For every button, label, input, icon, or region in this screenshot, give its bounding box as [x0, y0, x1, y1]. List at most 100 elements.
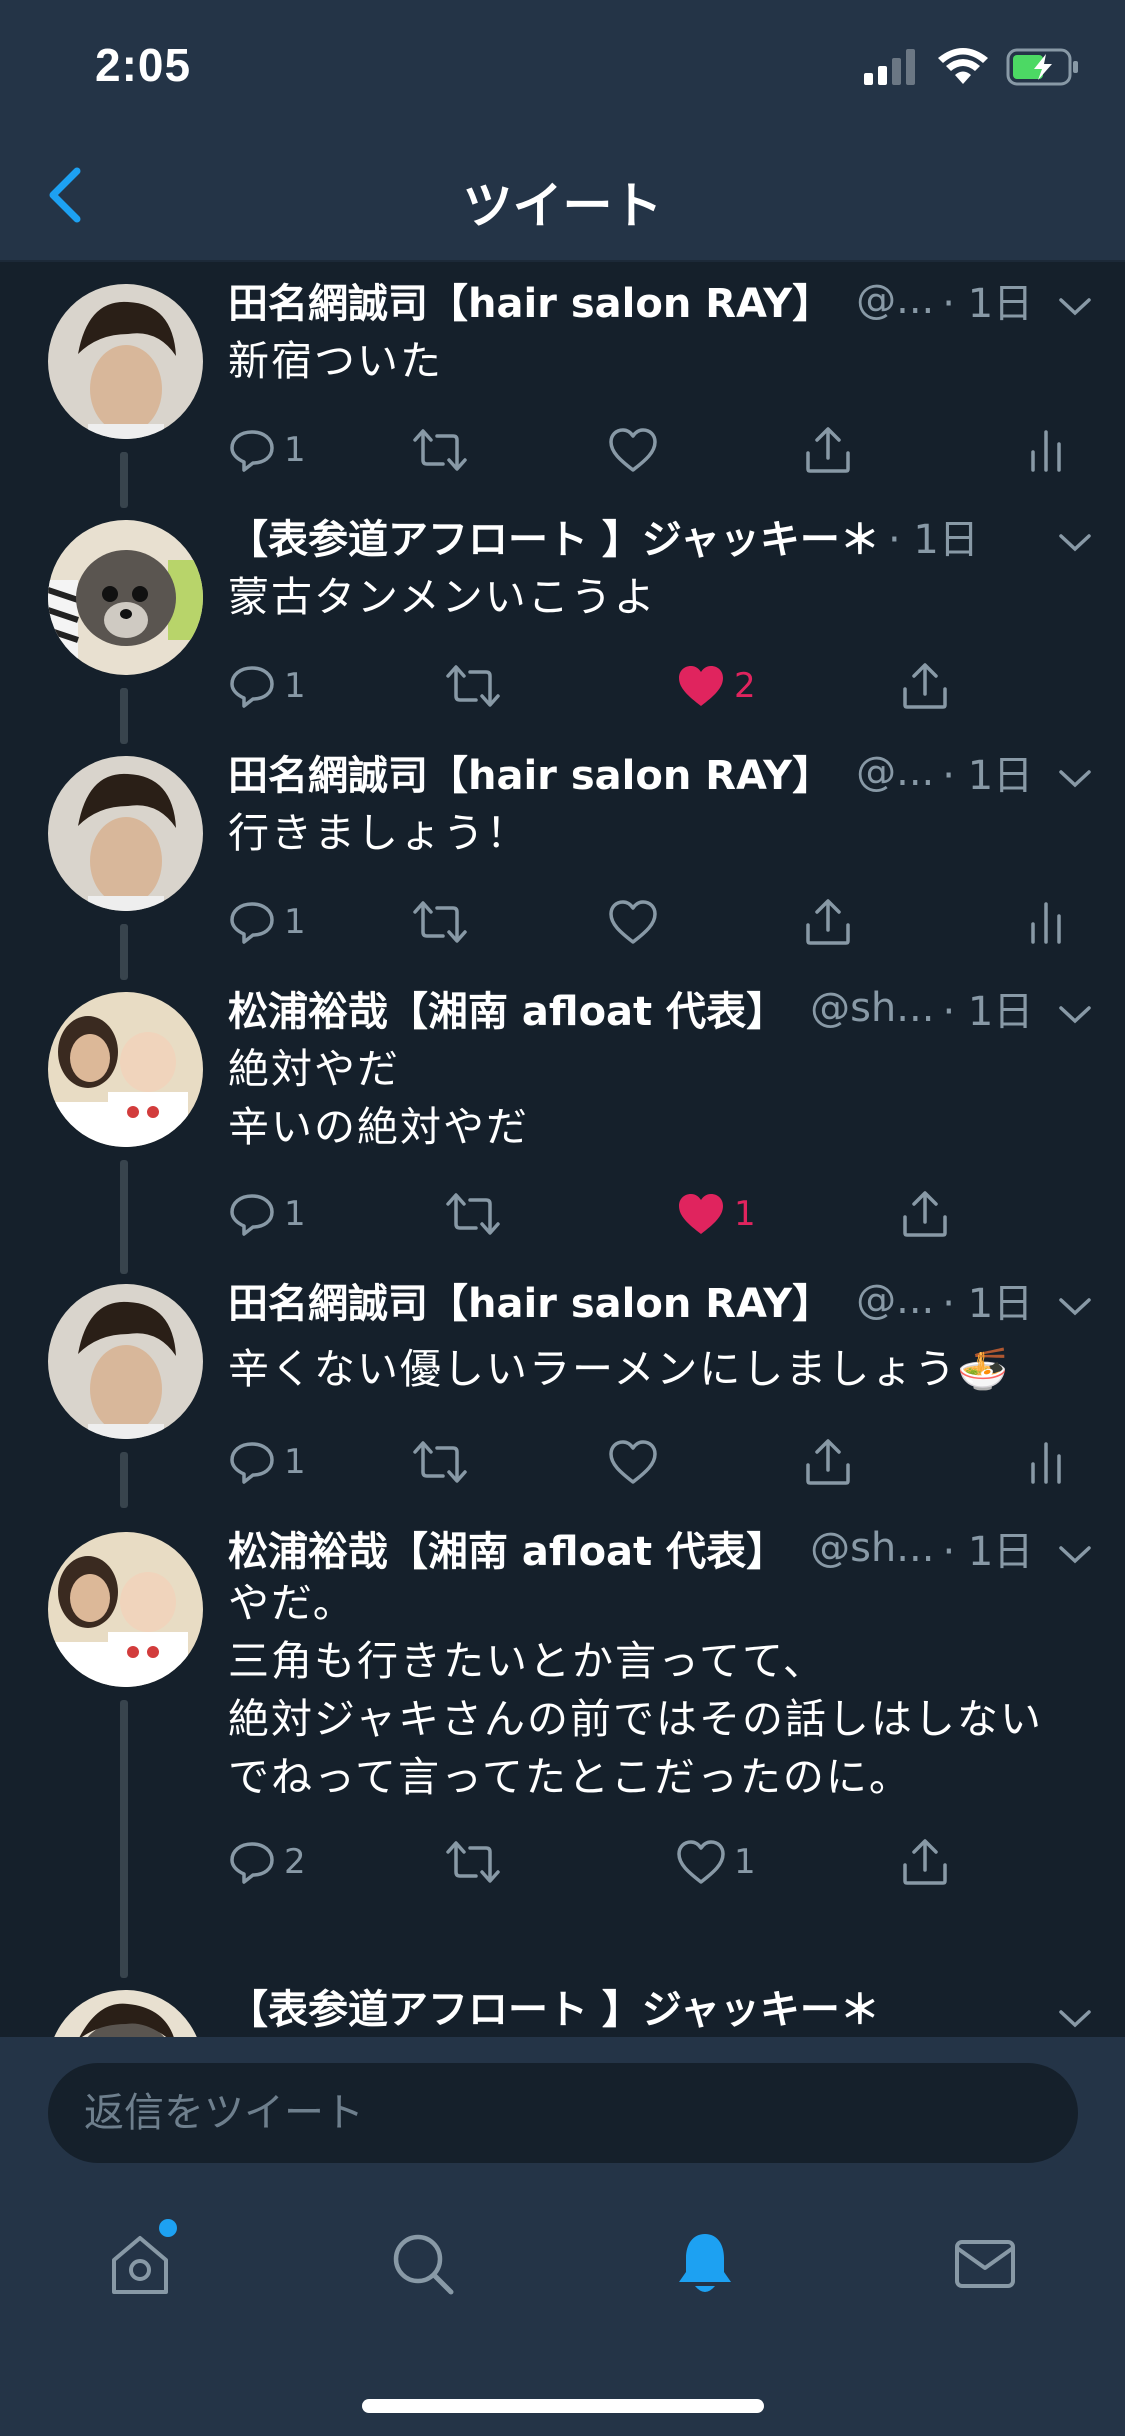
- author-handle[interactable]: @...: [856, 277, 934, 323]
- reply-icon: [230, 430, 274, 472]
- avatar[interactable]: [48, 1990, 203, 2037]
- thread-line: [120, 1452, 128, 1508]
- avatar[interactable]: [48, 520, 203, 675]
- author-name[interactable]: 松浦裕哉【湘南 afloat 代表】: [228, 1519, 786, 1577]
- reply-button[interactable]: 1: [228, 656, 306, 716]
- reply-button[interactable]: 2: [228, 1832, 306, 1892]
- share-icon: [806, 427, 850, 473]
- heart-icon: [609, 900, 657, 944]
- author-name[interactable]: 【表参道アフロート 】ジャッキー＊: [228, 507, 880, 565]
- tab-home[interactable]: [95, 2219, 185, 2309]
- author-name[interactable]: 【表参道アフロート 】ジャッキー＊: [228, 1977, 880, 2035]
- notification-dot: [159, 2219, 177, 2237]
- reply-count: 2: [284, 1842, 306, 1882]
- tweet-time: · 1日: [942, 989, 1034, 1035]
- reply-button[interactable]: 1: [228, 1432, 306, 1492]
- caret-down-icon[interactable]: [1055, 1998, 1095, 2037]
- reply-count: 1: [284, 1194, 306, 1234]
- author-handle[interactable]: @sh...: [810, 985, 934, 1031]
- caret-down-icon[interactable]: [1055, 758, 1095, 798]
- like-button[interactable]: [608, 420, 658, 480]
- tab-notifications[interactable]: [660, 2219, 750, 2309]
- author-name[interactable]: 田名網誠司【hair salon RAY】: [228, 743, 832, 801]
- author-name[interactable]: 田名網誠司【hair salon RAY】: [228, 1271, 832, 1329]
- analytics-button[interactable]: [1028, 892, 1064, 952]
- reply-input[interactable]: [48, 2063, 1078, 2163]
- tweet-actions: 2 1: [228, 1832, 1068, 1892]
- thread-line: [120, 1160, 128, 1274]
- retweet-button[interactable]: [446, 1184, 500, 1244]
- reply-button[interactable]: 1: [228, 892, 306, 952]
- caret-down-icon[interactable]: [1055, 522, 1095, 562]
- author-handle[interactable]: @sh...: [810, 1525, 934, 1571]
- retweet-button[interactable]: [413, 892, 467, 952]
- retweet-button[interactable]: [446, 656, 500, 716]
- like-count: 2: [734, 666, 756, 706]
- tab-bar: [0, 2177, 1125, 2436]
- tweet-text: 蒙古タンメンいこうよ: [228, 573, 657, 621]
- tweet-header: 松浦裕哉【湘南 afloat 代表】 @sh... · 1日: [228, 1520, 1095, 1576]
- tweet-thread[interactable]: 田名網誠司【hair salon RAY】 @... · 1日 新宿ついた 1: [0, 262, 1125, 2037]
- avatar[interactable]: [48, 284, 203, 439]
- heart-icon: [609, 1440, 657, 1484]
- tweet-actions: 1: [228, 892, 1068, 952]
- bell-icon: [679, 2234, 731, 2292]
- home-icon: [112, 2236, 168, 2294]
- reply-button[interactable]: 1: [228, 420, 306, 480]
- like-button[interactable]: 1: [676, 1832, 756, 1892]
- analytics-icon: [1031, 902, 1061, 944]
- analytics-button[interactable]: [1028, 420, 1064, 480]
- tweet-time: · 1日: [887, 517, 979, 563]
- reply-count: 1: [284, 1442, 306, 1482]
- author-name[interactable]: 松浦裕哉【湘南 afloat 代表】: [228, 979, 786, 1037]
- tweet-header: 田名網誠司【hair salon RAY】 @... · 1日: [228, 744, 1095, 800]
- caret-down-icon[interactable]: [1055, 1534, 1095, 1574]
- search-icon: [393, 2234, 454, 2295]
- avatar[interactable]: [48, 1284, 203, 1439]
- retweet-button[interactable]: [446, 1832, 500, 1892]
- status-icons: [864, 48, 1080, 86]
- share-button[interactable]: [803, 1432, 853, 1492]
- heart-filled-icon: [679, 666, 723, 706]
- author-handle[interactable]: @...: [856, 749, 934, 795]
- caret-down-icon[interactable]: [1055, 1286, 1095, 1326]
- reply-button[interactable]: 1: [228, 1184, 306, 1244]
- retweet-button[interactable]: [413, 420, 467, 480]
- share-button[interactable]: [803, 892, 853, 952]
- signal-icon: [864, 49, 915, 85]
- reply-icon: [230, 1842, 274, 1884]
- analytics-button[interactable]: [1028, 1432, 1064, 1492]
- retweet-button[interactable]: [413, 1432, 467, 1492]
- tweet-header: 松浦裕哉【湘南 afloat 代表】 @sh... · 1日: [228, 980, 1095, 1036]
- author-name[interactable]: 田名網誠司【hair salon RAY】: [228, 271, 832, 329]
- like-button[interactable]: [608, 1432, 658, 1492]
- tweet-header: 【表参道アフロート 】ジャッキー＊ · 1日: [228, 508, 1095, 564]
- reply-count: 1: [284, 902, 306, 942]
- retweet-icon: [446, 1841, 500, 1883]
- tweet-actions: 1: [228, 1432, 1068, 1492]
- caret-down-icon[interactable]: [1055, 994, 1095, 1034]
- tab-messages[interactable]: [940, 2219, 1030, 2309]
- share-button[interactable]: [900, 1184, 950, 1244]
- tweet-actions: 1 1: [228, 1184, 1068, 1244]
- like-button[interactable]: 2: [676, 656, 756, 716]
- tweet-text: 絶対やだ 辛いの絶対やだ: [228, 1045, 529, 1151]
- like-count: 1: [734, 1194, 756, 1234]
- tweet-header: 田名網誠司【hair salon RAY】 @... · 1日: [228, 1272, 1095, 1328]
- like-button[interactable]: 1: [676, 1184, 756, 1244]
- heart-filled-icon: [679, 1194, 723, 1234]
- tweet-time: · 1日: [942, 1281, 1034, 1327]
- avatar[interactable]: [48, 992, 203, 1147]
- tab-search[interactable]: [378, 2219, 468, 2309]
- tweet-text: 行きましょう！: [228, 809, 529, 857]
- share-button[interactable]: [900, 1832, 950, 1892]
- avatar[interactable]: [48, 1532, 203, 1687]
- share-icon: [903, 1839, 947, 1885]
- avatar[interactable]: [48, 756, 203, 911]
- share-button[interactable]: [803, 420, 853, 480]
- retweet-icon: [413, 901, 467, 943]
- caret-down-icon[interactable]: [1055, 286, 1095, 326]
- like-button[interactable]: [608, 892, 658, 952]
- author-handle[interactable]: @...: [856, 1277, 934, 1323]
- share-button[interactable]: [900, 656, 950, 716]
